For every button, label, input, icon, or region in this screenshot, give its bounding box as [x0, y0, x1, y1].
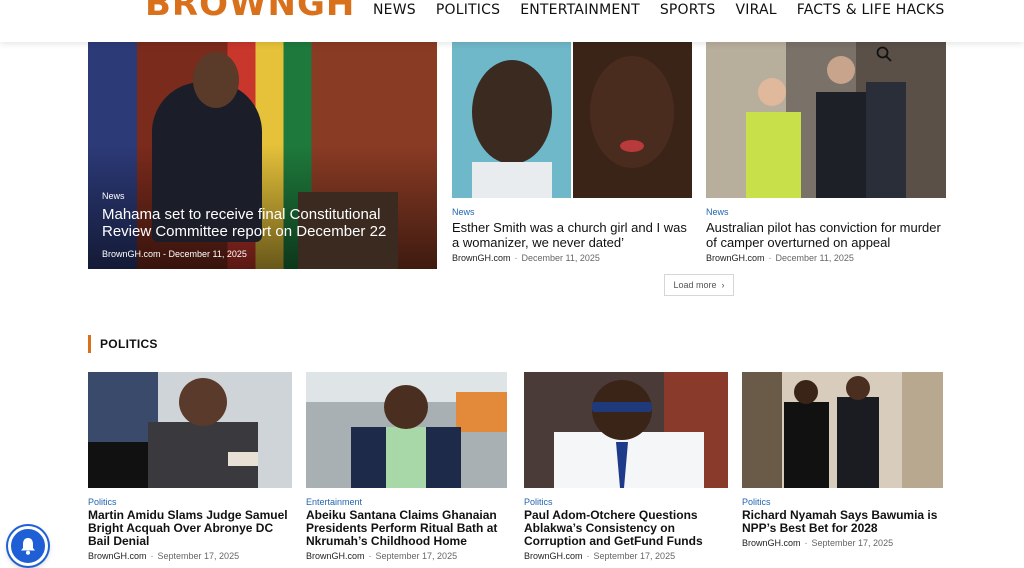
article-card: News Esther Smith was a church girl and …: [452, 42, 692, 263]
meta-separator: -: [514, 253, 518, 263]
article-meta: BrownGH.com - September 17, 2025: [88, 551, 292, 561]
meta-separator: -: [368, 551, 372, 561]
article-author: BrownGH.com: [306, 551, 365, 561]
hero-image-head: [193, 52, 239, 108]
article-card: News Australian pilot has conviction for…: [706, 42, 946, 263]
article-category[interactable]: News: [452, 207, 692, 217]
article-category[interactable]: Politics: [524, 497, 728, 507]
meta-separator: -: [150, 551, 154, 561]
meta-separator: -: [586, 551, 590, 561]
nav-entertainment[interactable]: ENTERTAINMENT: [520, 2, 640, 18]
nav-viral[interactable]: VIRAL: [736, 2, 777, 18]
article-category[interactable]: Politics: [742, 497, 946, 507]
article-title[interactable]: Australian pilot has conviction for murd…: [706, 220, 946, 250]
article-meta: BrownGH.com - September 17, 2025: [742, 538, 946, 548]
article-card: Politics Paul Adom-Otchere Questions Abl…: [524, 372, 728, 561]
hero-meta: BrownGH.com - December 11, 2025: [102, 249, 247, 259]
nav-facts-life-hacks[interactable]: FACTS & LIFE HACKS: [797, 2, 945, 18]
article-card: Politics Richard Nyamah Says Bawumia is …: [742, 372, 946, 548]
nav-politics[interactable]: POLITICS: [436, 2, 500, 18]
article-category[interactable]: Politics: [88, 497, 292, 507]
article-author: BrownGH.com: [706, 253, 765, 263]
nav-sports[interactable]: SPORTS: [660, 2, 716, 18]
article-date: September 17, 2025: [811, 538, 894, 548]
section-title: POLITICS: [100, 337, 158, 351]
meta-separator: -: [768, 253, 772, 263]
article-thumbnail[interactable]: [306, 372, 507, 488]
article-title[interactable]: Esther Smith was a church girl and I was…: [452, 220, 692, 250]
article-meta: BrownGH.com - September 17, 2025: [306, 551, 510, 561]
article-card: Politics Martin Amidu Slams Judge Samuel…: [88, 372, 292, 561]
article-title[interactable]: Abeiku Santana Claims Ghanaian President…: [306, 509, 510, 548]
article-category[interactable]: News: [706, 207, 946, 217]
article-image: [306, 372, 507, 488]
article-card: Entertainment Abeiku Santana Claims Ghan…: [306, 372, 510, 561]
article-thumbnail[interactable]: [88, 372, 292, 488]
article-image: [88, 372, 292, 488]
article-thumbnail[interactable]: [706, 42, 946, 198]
article-date: September 17, 2025: [593, 551, 676, 561]
article-date: September 17, 2025: [157, 551, 240, 561]
load-more-button[interactable]: Load more ›: [664, 274, 734, 296]
article-thumbnail[interactable]: [742, 372, 943, 488]
article-image: [706, 42, 946, 198]
article-author: BrownGH.com: [742, 538, 801, 548]
article-image: [452, 42, 692, 198]
article-author: BrownGH.com: [524, 551, 583, 561]
hero-title[interactable]: Mahama set to receive final Constitution…: [102, 206, 402, 240]
nav-news[interactable]: NEWS: [373, 2, 416, 18]
main-nav: NEWS POLITICS ENTERTAINMENT SPORTS VIRAL…: [373, 2, 945, 18]
article-image: [742, 372, 943, 488]
meta-separator: -: [804, 538, 808, 548]
article-date: December 11, 2025: [775, 253, 854, 263]
article-image: [524, 372, 728, 488]
load-more-label: Load more: [673, 280, 717, 290]
article-date: September 17, 2025: [375, 551, 458, 561]
article-date: December 11, 2025: [521, 253, 600, 263]
article-meta: BrownGH.com - December 11, 2025: [706, 253, 946, 263]
article-category[interactable]: Entertainment: [306, 497, 510, 507]
hero-date: December 11, 2025: [168, 249, 247, 259]
chevron-right-icon: ›: [721, 280, 725, 290]
article-meta: BrownGH.com - September 17, 2025: [524, 551, 728, 561]
article-author: BrownGH.com: [452, 253, 511, 263]
article-title[interactable]: Richard Nyamah Says Bawumia is NPP’s Bes…: [742, 509, 946, 535]
article-thumbnail[interactable]: [452, 42, 692, 198]
notification-bell-button[interactable]: [8, 526, 48, 566]
section-heading-politics: POLITICS: [88, 335, 158, 353]
hero-category[interactable]: News: [102, 191, 125, 201]
hero-author: BrownGH.com: [102, 249, 161, 259]
article-meta: BrownGH.com - December 11, 2025: [452, 253, 692, 263]
site-header: BROWNGH NEWS POLITICS ENTERTAINMENT SPOR…: [0, 0, 1024, 42]
search-icon[interactable]: [876, 46, 892, 62]
article-title[interactable]: Paul Adom-Otchere Questions Ablakwa’s Co…: [524, 509, 728, 548]
hero-article[interactable]: News Mahama set to receive final Constit…: [88, 42, 437, 269]
article-title[interactable]: Martin Amidu Slams Judge Samuel Bright A…: [88, 509, 292, 548]
article-thumbnail[interactable]: [524, 372, 728, 488]
bell-icon: [21, 538, 35, 555]
site-logo[interactable]: BROWNGH: [145, 0, 355, 22]
article-author: BrownGH.com: [88, 551, 147, 561]
